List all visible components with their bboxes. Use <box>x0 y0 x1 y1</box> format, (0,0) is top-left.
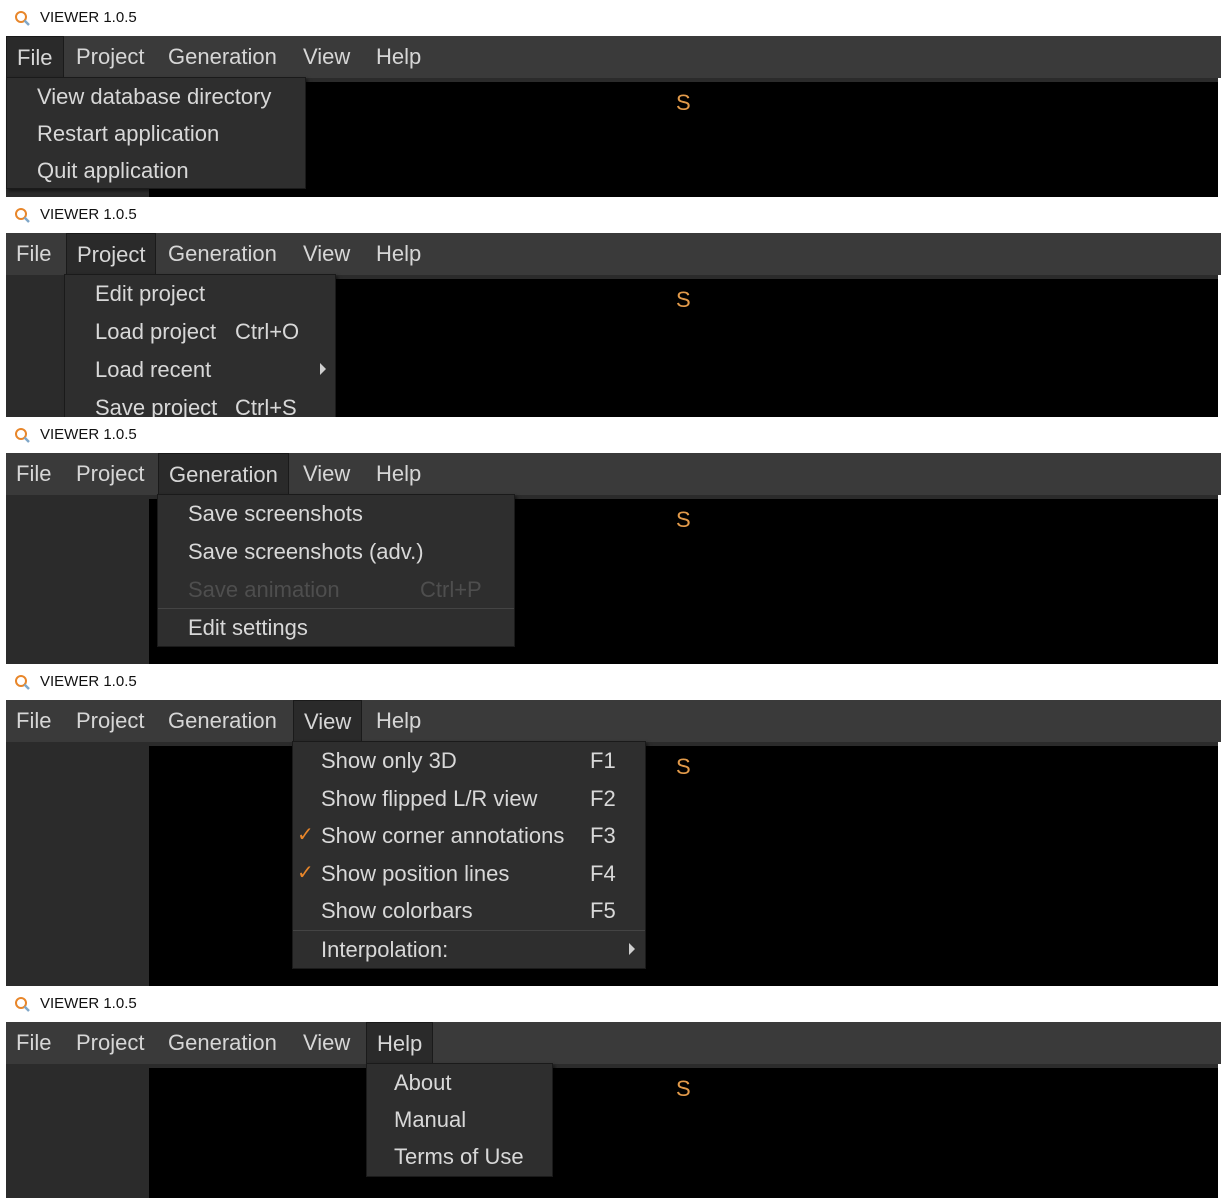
workspace: S <box>6 1064 1218 1198</box>
app-logo-icon <box>15 997 30 1012</box>
shortcut-label: F4 <box>590 861 616 886</box>
file-dropdown: View database directory Restart applicat… <box>6 77 306 189</box>
shortcut-label: Ctrl+O <box>235 319 300 344</box>
checkmark-icon: ✓ <box>297 862 314 884</box>
menu-generation[interactable]: Generation <box>158 36 287 78</box>
shortcut-label: F2 <box>590 786 616 811</box>
submenu-arrow-icon <box>320 363 326 375</box>
menu-help[interactable]: Help <box>366 233 431 275</box>
window-title: VIEWER 1.0.5 <box>40 995 137 1012</box>
window-title: VIEWER 1.0.5 <box>40 9 137 26</box>
shortcut-label: F3 <box>590 823 616 848</box>
menu-item-load-recent[interactable]: Load recent <box>65 351 335 388</box>
menu-view[interactable]: View <box>293 36 360 78</box>
menu-file[interactable]: File <box>6 36 64 78</box>
title-bar: VIEWER 1.0.5 <box>0 664 1221 700</box>
menu-item-show-only-3d[interactable]: Show only 3D F1 <box>293 742 645 779</box>
menu-item-restart-application[interactable]: Restart application <box>7 115 305 152</box>
app-logo-icon <box>15 675 30 690</box>
menu-view[interactable]: View <box>293 1022 360 1064</box>
app-logo-icon <box>15 428 30 443</box>
menu-item-show-position-lines[interactable]: ✓ Show position lines F4 <box>293 855 645 892</box>
menu-view[interactable]: View <box>293 233 360 275</box>
menu-help[interactable]: Help <box>366 453 431 495</box>
menu-item-save-screenshots-adv[interactable]: Save screenshots (adv.) <box>158 533 514 570</box>
menu-item-save-project[interactable]: Save project Ctrl+S <box>65 389 335 418</box>
menu-item-about[interactable]: About <box>367 1064 552 1101</box>
window-title: VIEWER 1.0.5 <box>40 206 137 223</box>
help-dropdown: About Manual Terms of Use <box>366 1063 553 1177</box>
panel-generation-menu: VIEWER 1.0.5 File Project Generation Vie… <box>0 417 1221 664</box>
menu-view[interactable]: View <box>293 453 360 495</box>
menu-item-load-project[interactable]: Load project Ctrl+O <box>65 313 335 350</box>
checkmark-icon: ✓ <box>297 824 314 846</box>
menu-item-edit-project[interactable]: Edit project <box>65 275 335 312</box>
menu-project[interactable]: Project <box>66 1022 154 1064</box>
shortcut-label: Ctrl+S <box>235 395 297 418</box>
app-logo-icon <box>15 208 30 223</box>
menu-item-save-screenshots[interactable]: Save screenshots <box>158 495 514 532</box>
title-bar: VIEWER 1.0.5 <box>0 197 1221 233</box>
orientation-marker: S <box>676 1076 691 1101</box>
menu-generation[interactable]: Generation <box>158 1022 287 1064</box>
window-title: VIEWER 1.0.5 <box>40 426 137 443</box>
menu-help[interactable]: Help <box>366 1022 434 1064</box>
menu-file[interactable]: File <box>6 233 61 275</box>
shortcut-label: F1 <box>590 748 616 773</box>
panel-help-menu: VIEWER 1.0.5 File Project Generation Vie… <box>0 986 1221 1198</box>
menu-bar: File Project Generation View Help <box>6 453 1221 495</box>
menu-view[interactable]: View <box>293 700 363 742</box>
project-dropdown: Edit project Load project Ctrl+O Load rec… <box>64 274 336 418</box>
menu-item-edit-settings[interactable]: Edit settings <box>158 609 514 646</box>
menu-bar: File Project Generation View Help <box>6 1022 1221 1064</box>
menu-file[interactable]: File <box>6 453 61 495</box>
submenu-arrow-icon <box>629 943 635 955</box>
title-bar: VIEWER 1.0.5 <box>0 417 1221 453</box>
menu-file[interactable]: File <box>6 700 61 742</box>
app-logo-icon <box>15 11 30 26</box>
menu-item-show-corner-annotations[interactable]: ✓ Show corner annotations F3 <box>293 817 645 854</box>
panel-project-menu: VIEWER 1.0.5 File Project Generation Vie… <box>0 197 1221 418</box>
orientation-marker: S <box>676 507 691 532</box>
menu-project[interactable]: Project <box>66 453 154 495</box>
panel-file-menu: VIEWER 1.0.5 File Project Generation Vie… <box>0 0 1221 197</box>
menu-generation[interactable]: Generation <box>158 453 289 495</box>
orientation-marker: S <box>676 287 691 312</box>
shortcut-label: Ctrl+P <box>420 577 482 602</box>
title-bar: VIEWER 1.0.5 <box>0 0 1221 36</box>
menu-bar: File Project Generation View Help <box>6 700 1221 742</box>
menu-item-interpolation[interactable]: Interpolation: <box>293 931 645 968</box>
menu-item-save-animation: Save animation Ctrl+P <box>158 571 514 608</box>
menu-project[interactable]: Project <box>66 36 154 78</box>
menu-generation[interactable]: Generation <box>158 233 287 275</box>
panel-view-menu: VIEWER 1.0.5 File Project Generation Vie… <box>0 664 1221 986</box>
menu-bar: File Project Generation View Help <box>6 36 1221 78</box>
menu-item-quit-application[interactable]: Quit application <box>7 152 305 188</box>
menu-item-view-database-directory[interactable]: View database directory <box>7 78 305 115</box>
menu-item-show-flipped-lr-view[interactable]: Show flipped L/R view F2 <box>293 780 645 817</box>
menu-item-show-colorbars[interactable]: Show colorbars F5 <box>293 892 645 929</box>
menu-file[interactable]: File <box>6 1022 61 1064</box>
menu-generation[interactable]: Generation <box>158 700 287 742</box>
title-bar: VIEWER 1.0.5 <box>0 986 1221 1022</box>
menu-item-manual[interactable]: Manual <box>367 1101 552 1138</box>
orientation-marker: S <box>676 754 691 779</box>
generation-dropdown: Save screenshots Save screenshots (adv.)… <box>157 494 515 647</box>
menu-project[interactable]: Project <box>66 700 154 742</box>
menu-bar: File Project Generation View Help <box>6 233 1221 275</box>
menu-help[interactable]: Help <box>366 36 431 78</box>
menu-project[interactable]: Project <box>66 233 157 275</box>
menu-item-terms-of-use[interactable]: Terms of Use <box>367 1138 552 1175</box>
menu-help[interactable]: Help <box>366 700 431 742</box>
window-title: VIEWER 1.0.5 <box>40 673 137 690</box>
orientation-marker: S <box>676 90 691 115</box>
view-dropdown: Show only 3D F1 Show flipped L/R view F2 ✓… <box>292 741 646 969</box>
shortcut-label: F5 <box>590 898 616 923</box>
